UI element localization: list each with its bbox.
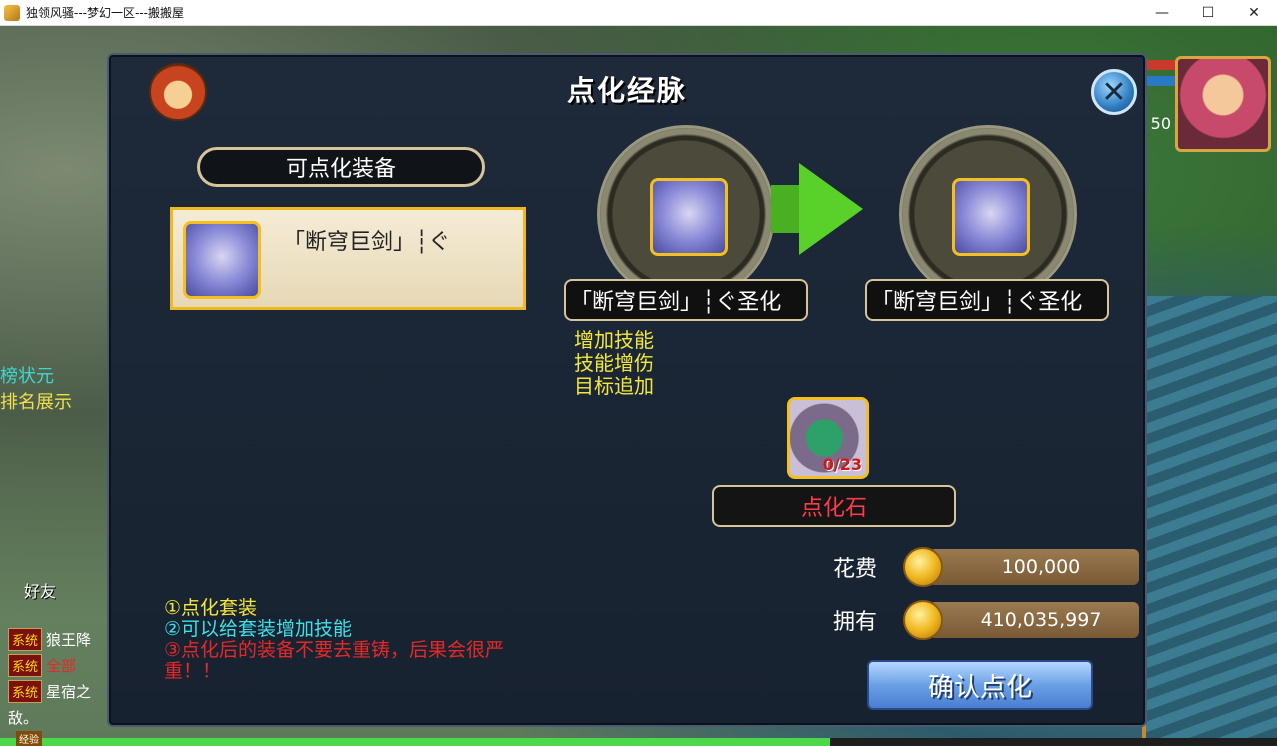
window-titlebar: 独领风骚---梦幻一区---搬搬屋 — ☐ ✕ <box>0 0 1277 26</box>
sword-icon[interactable] <box>952 178 1030 256</box>
equipment-list-item[interactable]: 「断穹巨剑」┆ぐ <box>170 207 526 310</box>
chat-message: 全部 <box>46 656 77 675</box>
cost-label: 花费 <box>833 557 878 582</box>
sword-icon <box>183 221 261 299</box>
confirm-enchant-button[interactable]: 确认点化 <box>867 660 1093 710</box>
effect-item: 技能增伤 <box>574 351 654 375</box>
notes: ①点化套装 ②可以给套装增加技能 ③点化后的装备不要去重铸，后果会很严重！！ <box>164 598 544 682</box>
maximize-button[interactable]: ☐ <box>1185 0 1231 26</box>
chat-row: 敌。 <box>0 704 110 730</box>
own-value: 410,035,997 <box>929 602 1139 638</box>
after-item-name: 「断穹巨剑」┆ぐ圣化 <box>865 279 1109 321</box>
stone-count: 0/23 <box>822 455 862 474</box>
own-row: 拥有 410,035,997 <box>833 600 1139 640</box>
system-tag: 系统 <box>8 627 43 651</box>
note-item: ③点化后的装备不要去重铸，后果会很严重！！ <box>164 639 505 682</box>
after-slot <box>899 125 1077 303</box>
dialog-close-button[interactable]: ✕ <box>1091 69 1137 115</box>
chat-row: 系统 全部 <box>0 652 110 678</box>
system-tag: 系统 <box>8 679 43 703</box>
effect-item: 增加技能 <box>574 328 654 352</box>
close-window-button[interactable]: ✕ <box>1231 0 1277 26</box>
coin-icon <box>903 600 943 640</box>
player-portrait[interactable] <box>1175 56 1271 152</box>
app-icon <box>4 4 20 21</box>
cost-value: 100,000 <box>929 549 1139 585</box>
before-item-name: 「断穹巨剑」┆ぐ圣化 <box>564 279 808 321</box>
chat-message: 敌。 <box>8 708 39 727</box>
exp-bar <box>0 738 1277 746</box>
dialog-title: 点化经脉 <box>566 74 687 107</box>
before-slot <box>597 125 775 303</box>
note-item: ②可以给套装增加技能 <box>164 618 353 640</box>
chat-row: 系统 狼王降 <box>0 626 110 652</box>
chat-panel: 系统 狼王降 系统 全部 系统 星宿之 敌。 <box>0 626 110 730</box>
player-level: 50 <box>1150 114 1171 133</box>
enchant-stone-icon[interactable]: 0/23 <box>787 397 869 479</box>
note-item: ①点化套装 <box>164 597 258 619</box>
chat-row: 系统 星宿之 <box>0 678 110 704</box>
coin-icon <box>903 547 943 587</box>
minimize-button[interactable]: — <box>1139 0 1185 26</box>
side-ranking-text: 榜状元 排名展示 <box>0 362 80 414</box>
side-text-2[interactable]: 排名展示 <box>0 388 80 414</box>
effects-list: 增加技能 技能增伤 目标追加 <box>574 329 654 398</box>
exp-label: 经验 <box>16 731 42 746</box>
friend-button[interactable]: 好友 <box>24 578 56 602</box>
cost-row: 花费 100,000 <box>833 547 1139 587</box>
enchant-dialog: 点化经脉 ✕ 可点化装备 「断穹巨剑」┆ぐ 「断穹巨剑」┆ぐ圣化 「断穹巨剑」┆… <box>107 53 1147 727</box>
stone-label: 点化石 <box>712 485 956 527</box>
arrow-right-icon <box>799 163 863 255</box>
sword-icon[interactable] <box>650 178 728 256</box>
window-title: 独领风骚---梦幻一区---搬搬屋 <box>26 6 184 20</box>
chat-message: 狼王降 <box>46 630 92 649</box>
side-text-1: 榜状元 <box>0 366 54 387</box>
building-roof <box>1142 296 1277 746</box>
chat-message: 星宿之 <box>46 682 92 701</box>
effect-item: 目标追加 <box>574 374 654 398</box>
exp-fill <box>0 738 831 746</box>
window-controls: — ☐ ✕ <box>1139 0 1277 26</box>
system-tag: 系统 <box>8 653 43 677</box>
own-label: 拥有 <box>833 610 878 635</box>
equipment-list-header: 可点化装备 <box>197 147 485 187</box>
equipment-name: 「断穹巨剑」┆ぐ <box>283 230 451 255</box>
